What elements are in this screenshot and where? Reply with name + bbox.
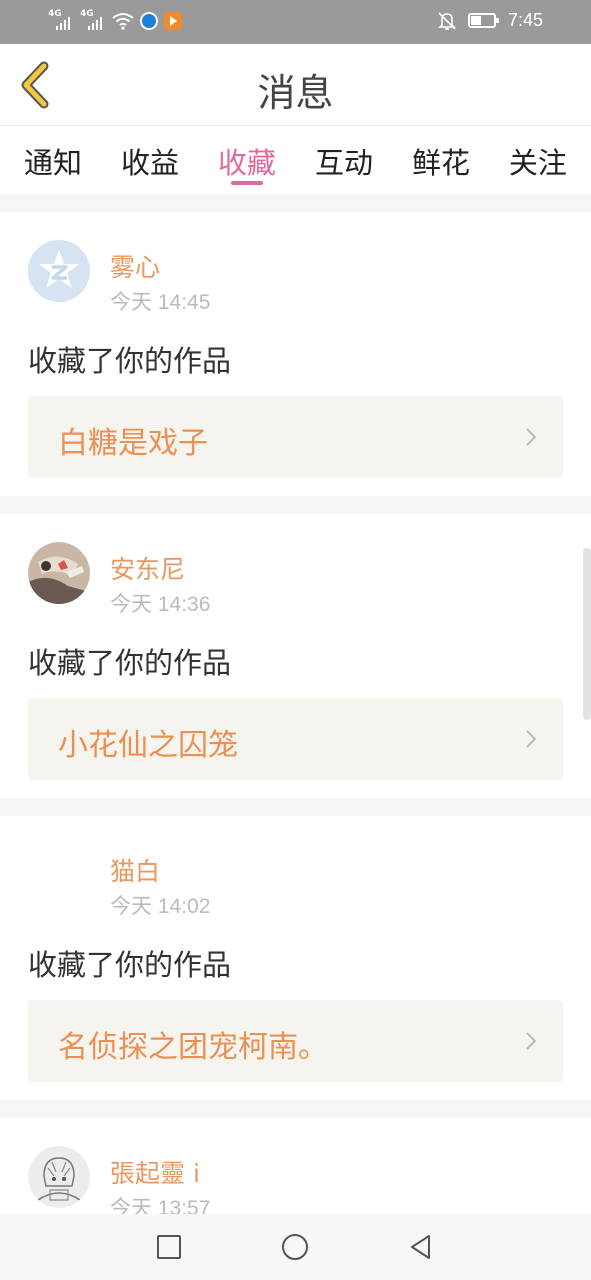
tab-flowers[interactable]: 鲜花 [412, 126, 470, 194]
username[interactable]: 張起靈 i [110, 1154, 200, 1190]
work-link[interactable]: 小花仙之囚笼 [28, 698, 563, 780]
username[interactable]: 安东尼 [110, 550, 185, 586]
message-card: 猫白 今天 14:02 收藏了你的作品 名侦探之团宠柯南。 [0, 816, 591, 1100]
battery-icon [467, 13, 499, 28]
tab-label: 收藏 [217, 146, 276, 180]
username[interactable]: 猫白 [110, 852, 160, 888]
action-text: 收藏了你的作品 [28, 646, 232, 680]
tab-label: 关注 [508, 146, 567, 180]
scrollbar[interactable] [583, 548, 591, 720]
clock: 7:45 [507, 10, 543, 30]
photo-avatar[interactable] [28, 542, 90, 604]
tab-earnings[interactable]: 收益 [121, 126, 179, 194]
work-title: 小花仙之囚笼 [58, 728, 238, 763]
tab-label: 通知 [24, 146, 83, 180]
video-app-icon [164, 12, 182, 30]
tab-notifications[interactable]: 通知 [24, 126, 82, 194]
header: 消息 [0, 44, 591, 126]
tab-bar: 通知 收益 收藏 互动 鲜花 关注 [0, 126, 591, 194]
message-card: 安东尼 今天 14:36 收藏了你的作品 小花仙之囚笼 [0, 514, 591, 798]
chevron-right-icon [526, 1032, 537, 1050]
home-icon[interactable] [281, 1233, 309, 1261]
recent-apps-icon[interactable] [155, 1233, 183, 1261]
tab-label: 鲜花 [411, 146, 470, 180]
back-icon[interactable] [407, 1233, 435, 1261]
username[interactable]: 雾心 [110, 248, 160, 284]
blank-avatar[interactable] [28, 844, 90, 906]
tab-interactions[interactable]: 互动 [315, 126, 373, 194]
signal-icon: 4G [48, 10, 74, 32]
status-bar: 4G 4G 7:45 [0, 0, 591, 44]
work-link[interactable]: 名侦探之团宠柯南。 [28, 1000, 563, 1082]
tab-label: 收益 [120, 146, 179, 180]
tab-follows[interactable]: 关注 [509, 126, 567, 194]
mute-bell-icon [438, 11, 456, 30]
work-title: 白糖是戏子 [58, 426, 208, 461]
screen: 4G 4G 7:45 消息 通知 收益 收藏 互动 鲜花 关注 雾心 今天 14… [0, 0, 591, 1280]
message-time: 今天 14:45 [110, 291, 211, 314]
tab-favorites[interactable]: 收藏 [218, 126, 276, 194]
message-card: 張起靈 i 今天 13:57 [0, 1118, 591, 1214]
status-right: 7:45 [438, 10, 543, 31]
work-link[interactable]: 白糖是戏子 [28, 396, 563, 478]
page-title: 消息 [257, 71, 334, 115]
action-text: 收藏了你的作品 [28, 948, 232, 982]
message-time: 今天 14:36 [110, 593, 211, 616]
signal-icon: 4G [80, 10, 106, 32]
system-nav-bar [0, 1214, 591, 1280]
status-left: 4G 4G [48, 10, 182, 32]
sketch-avatar[interactable] [28, 1146, 90, 1208]
app-notification-icon [140, 12, 158, 30]
active-tab-indicator [230, 181, 263, 185]
chevron-right-icon [526, 428, 537, 446]
wifi-icon [112, 13, 134, 30]
default-avatar-icon[interactable] [28, 240, 90, 302]
tab-label: 互动 [314, 146, 373, 180]
message-time: 今天 13:57 [110, 1197, 211, 1214]
message-time: 今天 14:02 [110, 895, 211, 918]
work-title: 名侦探之团宠柯南。 [58, 1030, 328, 1065]
message-card: 雾心 今天 14:45 收藏了你的作品 白糖是戏子 [0, 212, 591, 496]
chevron-right-icon [526, 730, 537, 748]
action-text: 收藏了你的作品 [28, 344, 232, 378]
battery-level [470, 16, 481, 25]
